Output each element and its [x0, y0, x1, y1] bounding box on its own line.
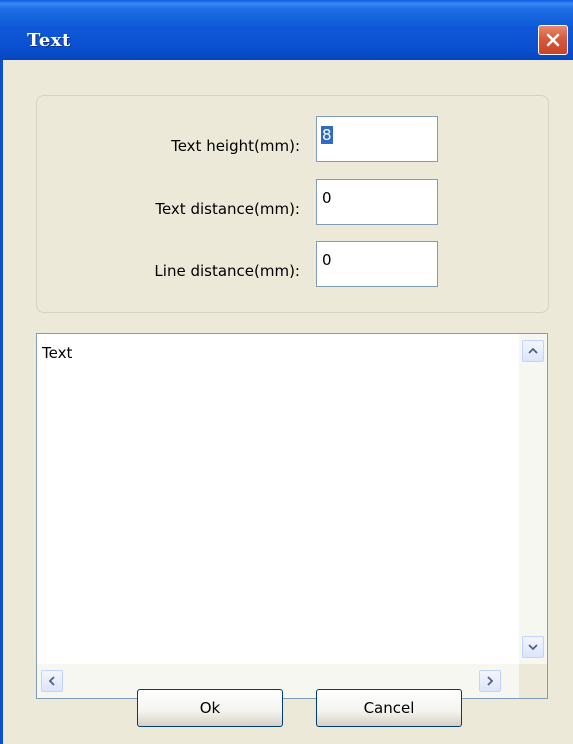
text-dialog: Text Text height(mm): 8 Text distance(mm…: [0, 0, 573, 744]
scroll-left-button[interactable]: [41, 670, 63, 692]
window-frame: [0, 60, 3, 744]
scroll-right-arrow-icon: [487, 676, 494, 686]
scroll-up-button[interactable]: [522, 340, 544, 362]
text-distance-value: 0: [322, 189, 332, 207]
scrollbar-corner: [519, 664, 547, 698]
text-distance-input[interactable]: 0: [316, 179, 438, 225]
line-distance-input[interactable]: 0: [316, 241, 438, 287]
scroll-up-arrow-icon: [528, 347, 538, 354]
dialog-title: Text: [27, 30, 71, 51]
close-icon: [546, 33, 560, 47]
scroll-down-button[interactable]: [522, 636, 544, 658]
text-content-area[interactable]: Text: [36, 333, 548, 699]
text-content: Text: [42, 344, 73, 362]
ok-button[interactable]: Ok: [137, 689, 283, 727]
cancel-button[interactable]: Cancel: [316, 689, 462, 727]
close-button[interactable]: [538, 25, 568, 55]
text-distance-label: Text distance(mm):: [155, 200, 300, 218]
text-height-value: 8: [321, 126, 333, 144]
text-height-input[interactable]: 8: [316, 116, 438, 162]
line-distance-label: Line distance(mm):: [154, 262, 300, 280]
vertical-scrollbar[interactable]: [519, 334, 547, 664]
scroll-left-arrow-icon: [48, 676, 55, 686]
scroll-down-arrow-icon: [528, 644, 538, 651]
text-height-label: Text height(mm):: [171, 137, 300, 155]
line-distance-value: 0: [322, 251, 332, 269]
title-bar[interactable]: Text: [0, 0, 573, 60]
scroll-right-button[interactable]: [479, 670, 501, 692]
